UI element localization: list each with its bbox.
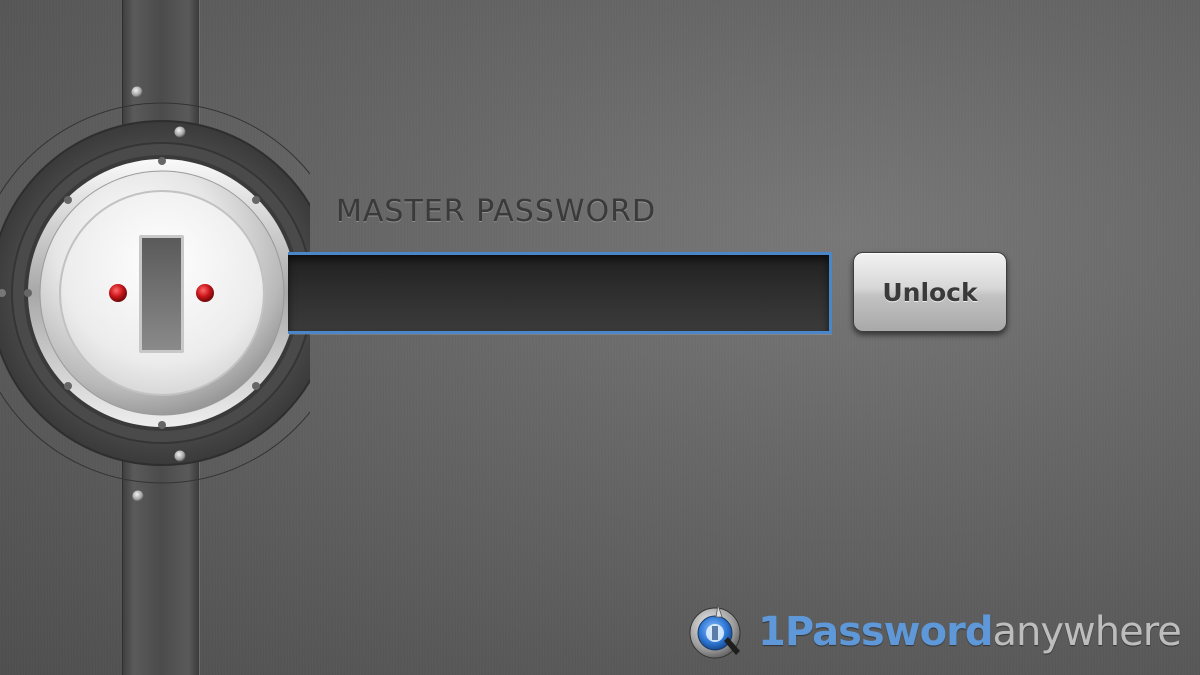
master-password-input[interactable] <box>288 252 832 334</box>
unlock-button[interactable]: Unlock <box>853 252 1007 332</box>
vault-door-hinge <box>0 0 310 675</box>
brand-name-secondary: anywhere <box>992 609 1181 655</box>
brand-logo-lockup: 1Password anywhere <box>688 600 1182 664</box>
brand-name-primary: 1Password <box>758 609 993 655</box>
right-indicator-dot <box>196 284 214 302</box>
1password-keyhole-logo-icon <box>689 604 741 659</box>
lock-screen: MASTER PASSWORD Unlock 1Password anywher… <box>0 0 1200 675</box>
master-password-label: MASTER PASSWORD <box>336 194 657 229</box>
left-indicator-dot <box>109 284 127 302</box>
